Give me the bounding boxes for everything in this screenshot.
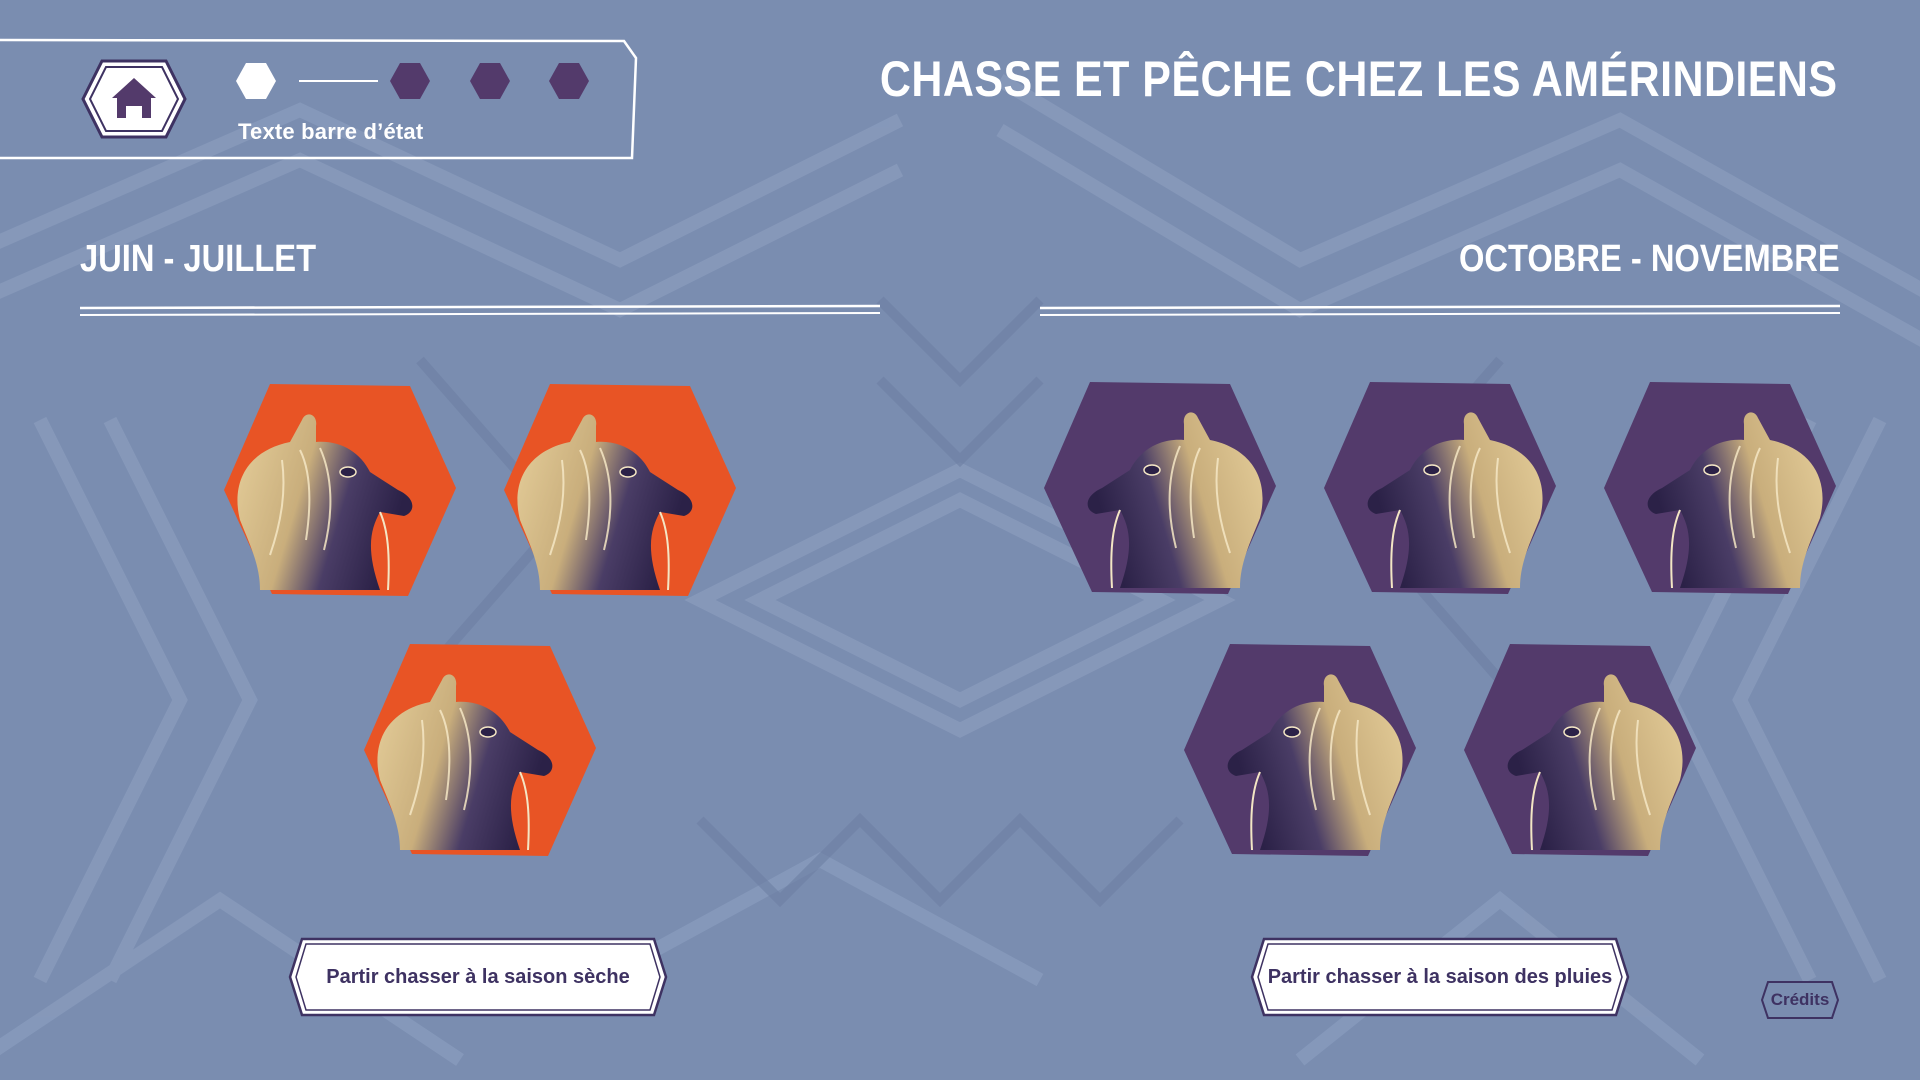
tapir-icon [1604, 382, 1836, 594]
step-1-marker [236, 63, 276, 99]
credits-label: Crédits [1770, 990, 1830, 1009]
hunt-wet-season-button[interactable]: Partir chasser à la saison des pluies [1250, 937, 1630, 1017]
season-divider-dry [80, 304, 880, 316]
tapir-icon [1324, 382, 1556, 594]
tapir-icon [1464, 644, 1696, 856]
page-title: CHASSE ET PÊCHE CHEZ LES AMÉRINDIENS [880, 51, 1838, 107]
tapir-token-wet-2[interactable] [1320, 378, 1560, 598]
credits-button[interactable]: Crédits [1760, 980, 1840, 1020]
tapir-token-wet-4[interactable] [1180, 640, 1420, 860]
step-2-marker [390, 63, 430, 99]
step-3-marker [470, 63, 510, 99]
hunt-wet-season-label: Partir chasser à la saison des pluies [1267, 965, 1613, 988]
hunt-dry-season-button[interactable]: Partir chasser à la saison sèche [288, 937, 668, 1017]
tapir-token-dry-2[interactable] [500, 380, 740, 600]
tapir-icon [504, 384, 736, 596]
home-button[interactable] [80, 58, 188, 140]
home-icon [81, 59, 187, 139]
tapir-icon [364, 644, 596, 856]
tapir-icon [1044, 382, 1276, 594]
season-divider-wet [1040, 304, 1840, 316]
status-text: Texte barre d’état [238, 119, 424, 144]
tapir-token-dry-3[interactable] [360, 640, 600, 860]
tapir-icon [1184, 644, 1416, 856]
step-4-marker [549, 63, 589, 99]
tapir-token-wet-5[interactable] [1460, 640, 1700, 860]
progress-steps [236, 60, 606, 102]
season-label-dry: JUIN - JUILLET [80, 238, 317, 280]
hunt-dry-season-label: Partir chasser à la saison sèche [326, 965, 630, 988]
season-label-wet: OCTOBRE - NOVEMBRE [1459, 238, 1840, 280]
tapir-token-wet-1[interactable] [1040, 378, 1280, 598]
tapir-icon [224, 384, 456, 596]
tapir-token-dry-1[interactable] [220, 380, 460, 600]
tapir-token-wet-3[interactable] [1600, 378, 1840, 598]
